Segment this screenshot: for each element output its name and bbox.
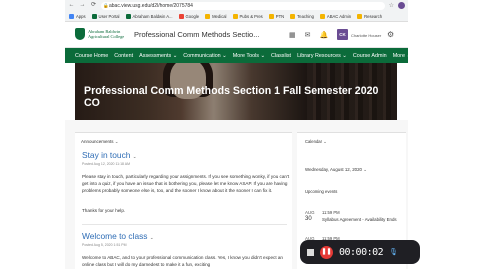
user-avatar[interactable]: CK [337, 29, 348, 40]
chevron-down-icon[interactable]: ⌄ [115, 139, 119, 144]
event-time: 11:59 PM [322, 210, 340, 215]
bookmark-apps[interactable]: Apps [69, 14, 86, 19]
event-description[interactable]: Syllabus Agreement - Availability Ends [322, 217, 402, 223]
google-icon [178, 14, 184, 19]
chevron-down-icon[interactable]: ⌄ [150, 235, 154, 240]
reload-icon[interactable]: ⟳ [90, 0, 97, 11]
nav-communication[interactable]: Communication ⌄ [183, 53, 226, 59]
event-month: AUG [305, 210, 315, 215]
gear-icon[interactable]: ⚙ [387, 30, 394, 39]
microphone-icon[interactable]: 🎙 [389, 248, 398, 256]
posted-date: Posted Aug 5, 2020 1:51 PM [82, 243, 127, 247]
lock-icon: 🔒 [103, 2, 109, 8]
screen-recorder-bar: ❚❚ 00:00:02 🎙 [300, 240, 420, 264]
course-selector[interactable]: Professional Comm Methods Sectio... [134, 30, 259, 39]
back-icon[interactable]: ← [68, 0, 75, 11]
bookmark-icon [125, 14, 131, 19]
bookmarks-bar: Apps User Portal Abraham Baldwin A... Go… [65, 11, 408, 22]
nav-classlist[interactable]: Classlist [271, 53, 291, 59]
bookmark-icon [91, 14, 97, 19]
course-navbar: Course Home Content Assessments ⌄ Commun… [65, 48, 411, 63]
upcoming-events-label: Upcoming events [305, 189, 338, 194]
folder-icon [290, 14, 296, 19]
announcement-title[interactable]: Welcome to class ⌄ [82, 231, 154, 241]
apps-icon [69, 14, 74, 19]
announcement-body: Please stay in touch, particularly regar… [82, 174, 290, 194]
chevron-down-icon[interactable]: ⌄ [323, 139, 327, 144]
profile-avatar[interactable] [398, 2, 405, 9]
nav-assessments[interactable]: Assessments ⌄ [139, 53, 177, 59]
announcements-widget: Announcements ⌄ Stay in touch ⌄ Posted A… [75, 132, 292, 269]
chat-icon[interactable]: ✉ [305, 31, 311, 39]
address-bar[interactable]: 🔒 abac.view.usg.edu/d2l/home/2075784 [101, 1, 385, 10]
user-name[interactable]: Charlotte Houser [351, 33, 381, 38]
folder-icon [205, 14, 211, 19]
bookmark-user-portal[interactable]: User Portal [91, 14, 120, 19]
screen: ← → ⟳ 🔒 abac.view.usg.edu/d2l/home/20757… [0, 0, 478, 269]
widget-title: Calendar ⌄ [305, 139, 327, 144]
divider [82, 224, 287, 225]
announcement-title[interactable]: Stay in touch ⌄ [82, 150, 137, 160]
event-day: 30 [305, 216, 312, 222]
course-banner: Professional Comm Methods Section 1 Fall… [75, 63, 397, 120]
course-title: Professional Comm Methods Section 1 Fall… [84, 85, 379, 109]
bookmark-ptn[interactable]: PTN [268, 14, 284, 19]
folder-icon [357, 14, 363, 19]
chevron-down-icon[interactable]: ⌄ [133, 154, 137, 159]
bookmark-star-icon[interactable]: ☆ [389, 2, 394, 9]
grid-icon[interactable]: ▦ [289, 31, 296, 39]
nav-more[interactable]: More ⌄ [393, 53, 411, 59]
right-margin [408, 0, 478, 269]
college-logo[interactable]: Abraham Baldwin Agricultural College [75, 28, 136, 40]
recording-timer: 00:00:02 [339, 246, 384, 258]
bookmark-google[interactable]: Google [178, 14, 199, 19]
chevron-down-icon[interactable]: ⌄ [363, 167, 367, 172]
bookmark-research[interactable]: Research [357, 14, 382, 19]
bookmark-medical[interactable]: Medical [205, 14, 227, 19]
left-margin [0, 0, 65, 269]
bookmark-teaching[interactable]: Teaching [290, 14, 314, 19]
stop-icon[interactable] [307, 248, 314, 256]
lms-header: Abraham Baldwin Agricultural College Pro… [65, 22, 408, 48]
pause-button[interactable]: ❚❚ [320, 245, 333, 259]
folder-icon [232, 14, 238, 19]
nav-course-home[interactable]: Course Home [75, 53, 108, 59]
forward-icon[interactable]: → [79, 0, 86, 11]
nav-more-tools[interactable]: More Tools ⌄ [233, 53, 265, 59]
bookmark-pubs[interactable]: Pubs & Pres [232, 14, 263, 19]
shield-icon [75, 28, 85, 40]
nav-course-admin[interactable]: Course Admin [353, 53, 387, 59]
folder-icon [319, 14, 325, 19]
bell-icon[interactable]: 🔔 [320, 31, 329, 39]
folder-icon [268, 14, 274, 19]
nav-library-resources[interactable]: Library Resources ⌄ [297, 53, 347, 59]
url-text: abac.view.usg.edu/d2l/home/2075784 [109, 2, 193, 9]
announcement-signoff: Thanks for your help. [82, 208, 126, 213]
posted-date: Posted Aug 12, 2020 11:18 AM [82, 162, 131, 166]
widget-title: Announcements ⌄ [81, 139, 119, 144]
logo-text: Abraham Baldwin Agricultural College [88, 29, 125, 39]
nav-content[interactable]: Content [114, 53, 133, 59]
header-icons: ▦ ✉ 🔔 [289, 31, 328, 39]
bookmark-abac[interactable]: Abraham Baldwin A... [125, 14, 173, 19]
address-row: ← → ⟳ 🔒 abac.view.usg.edu/d2l/home/20757… [65, 0, 408, 11]
browser-chrome: ← → ⟳ 🔒 abac.view.usg.edu/d2l/home/20757… [65, 0, 408, 22]
announcement-body: Welcome to ABAC, and to your professiona… [82, 255, 283, 268]
calendar-date[interactable]: Wednesday, August 12, 2020 ⌄ [305, 167, 367, 173]
bookmark-abac-admin[interactable]: ABAC Admin [319, 14, 351, 19]
